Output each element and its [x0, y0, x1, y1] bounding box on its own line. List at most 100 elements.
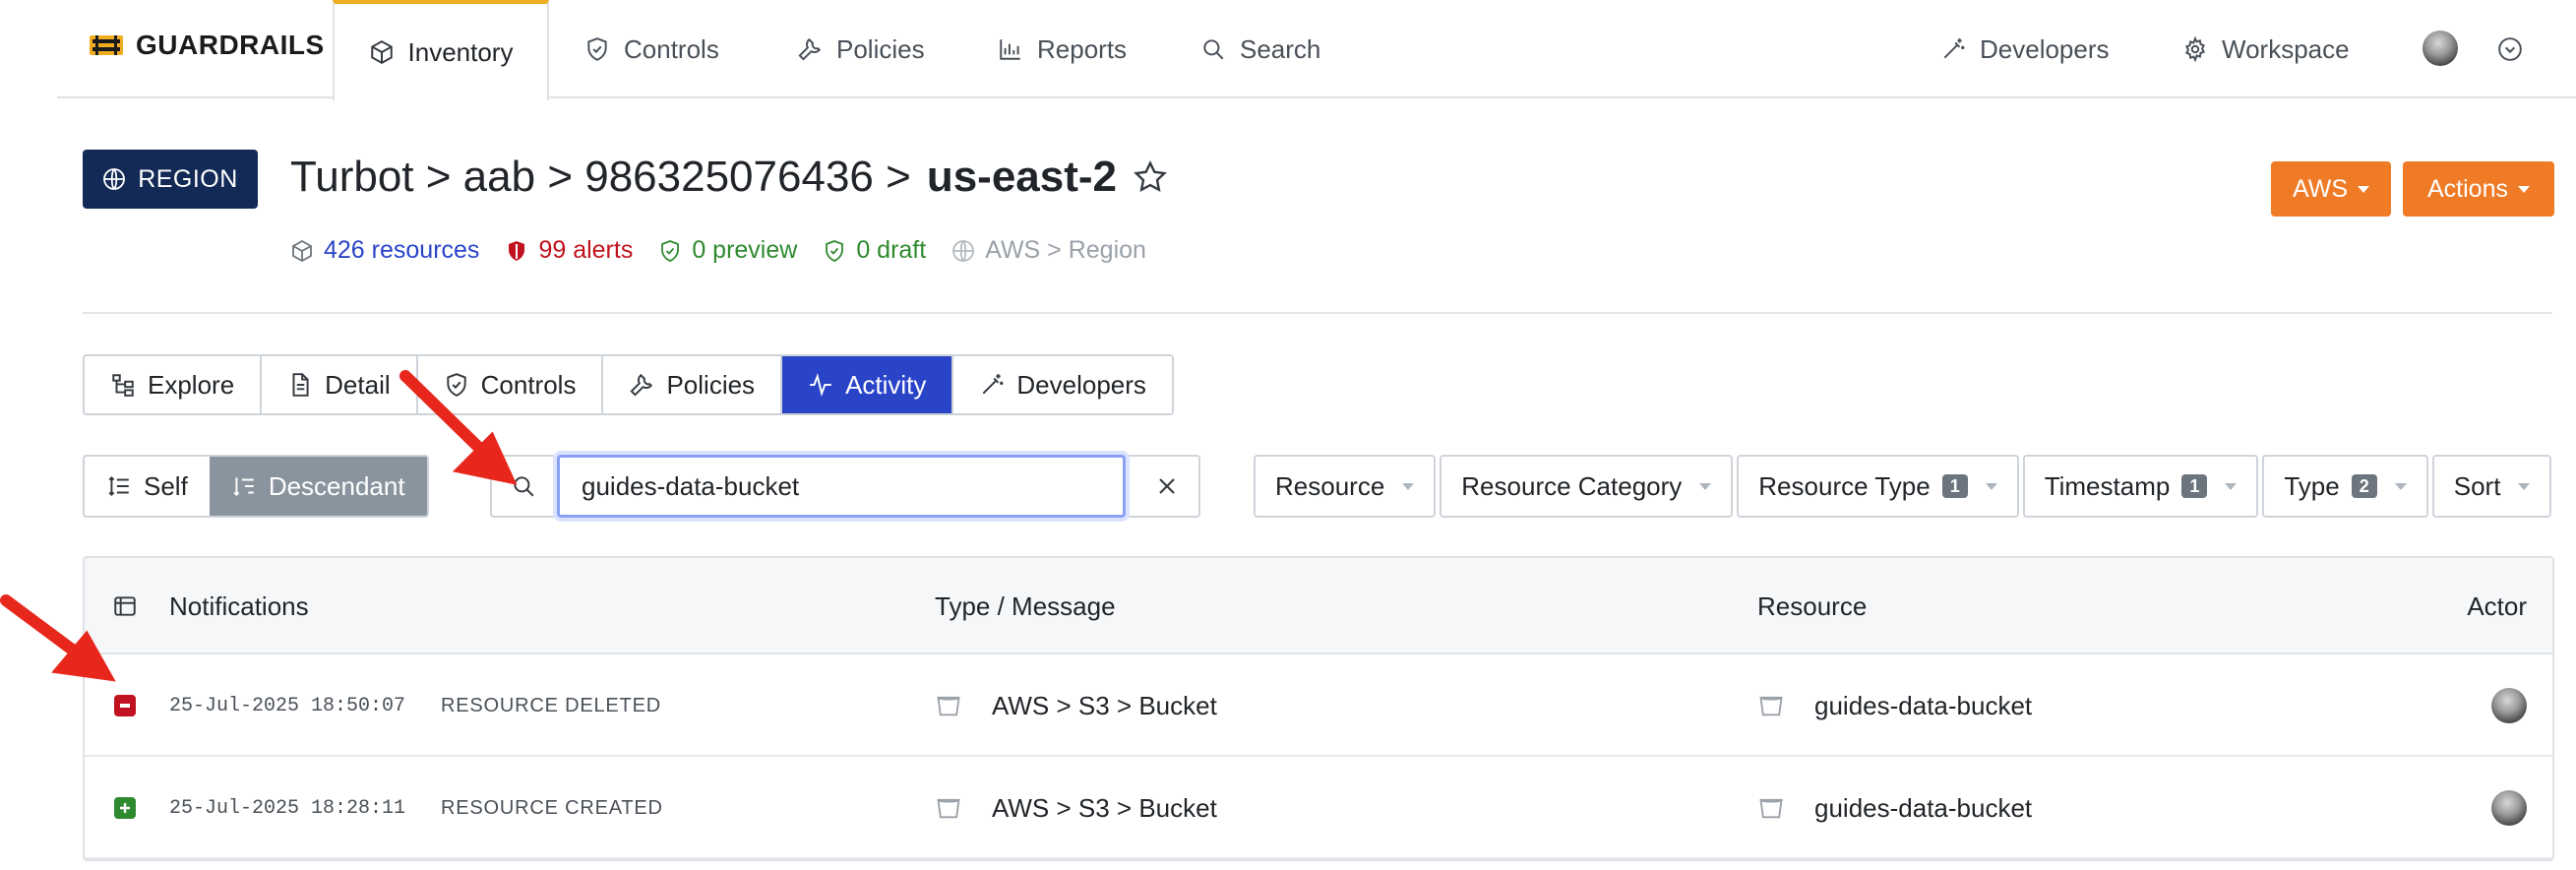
- globe-icon: [952, 239, 975, 262]
- bucket-icon: [937, 696, 960, 716]
- activity-search: [490, 455, 1200, 518]
- filter-label: Resource Category: [1461, 470, 1683, 501]
- resource-meta: 426 resources 99 alerts 0 preview 0 draf…: [290, 236, 1172, 265]
- actions-dropdown-button[interactable]: Actions: [2403, 161, 2554, 217]
- created-indicator-icon: [114, 797, 136, 819]
- row-event: RESOURCE DELETED: [441, 694, 661, 716]
- filter-sort[interactable]: Sort: [2431, 455, 2552, 518]
- aws-dropdown-button[interactable]: AWS: [2271, 161, 2391, 217]
- breadcrumb-path[interactable]: Turbot > aab > 986325076436 >: [290, 153, 911, 202]
- tab-developers[interactable]: Developers: [953, 356, 1172, 413]
- filter-resource[interactable]: Resource: [1254, 455, 1437, 518]
- deleted-indicator-icon: [114, 695, 136, 716]
- columns-icon[interactable]: [112, 593, 138, 619]
- column-header-actor: Actor: [2467, 591, 2527, 621]
- tab-detail[interactable]: Detail: [262, 356, 418, 413]
- preview-link[interactable]: 0 preview: [658, 236, 797, 265]
- scope-descendant-button[interactable]: Descendant: [209, 457, 427, 516]
- resource-type-path[interactable]: AWS > Region: [951, 236, 1146, 265]
- row-type[interactable]: AWS > S3 > Bucket: [992, 757, 1217, 859]
- filter-label: Timestamp: [2044, 470, 2171, 501]
- filter-timestamp[interactable]: Timestamp 1: [2022, 455, 2259, 518]
- top-nav: GUARDRAILS Inventory Controls Policies R…: [57, 0, 2576, 100]
- resources-link[interactable]: 426 resources: [290, 236, 479, 265]
- scope-self-label: Self: [144, 470, 188, 501]
- nav-tab-controls[interactable]: Controls: [584, 0, 719, 98]
- draft-link[interactable]: 0 draft: [823, 236, 926, 265]
- shield-check-icon: [587, 37, 607, 61]
- tab-controls[interactable]: Controls: [417, 356, 604, 413]
- row-resource[interactable]: guides-data-bucket: [1814, 654, 2032, 757]
- tab-label: Controls: [480, 369, 577, 400]
- magic-wand-icon: [1943, 38, 1965, 59]
- caret-down-icon: [2358, 185, 2370, 193]
- user-avatar[interactable]: [2423, 31, 2458, 66]
- actor-avatar[interactable]: [2491, 790, 2527, 826]
- magic-wand-icon: [983, 374, 1004, 395]
- bucket-icon: [1759, 696, 1783, 716]
- breadcrumb-current: us-east-2: [926, 153, 1117, 201]
- aws-button-label: AWS: [2292, 174, 2349, 203]
- resource-tabs: Explore Detail Controls Policies Activit…: [83, 354, 1174, 415]
- guardrails-logo-icon: [90, 35, 123, 55]
- caret-down-icon: [2225, 482, 2238, 490]
- wrench-icon: [630, 373, 653, 397]
- nav-right-label: Workspace: [2222, 33, 2350, 64]
- nav-tab-label: Controls: [624, 33, 719, 64]
- type-path-label: AWS > Region: [985, 236, 1146, 264]
- scope-descendant-label: Descendant: [268, 470, 405, 501]
- notifications-table: Notifications Type / Message Resource Ac…: [83, 556, 2554, 861]
- shield-check-icon: [661, 239, 680, 262]
- search-icon: [1203, 39, 1224, 60]
- close-icon[interactable]: [1153, 472, 1181, 500]
- brand-name: GUARDRAILS: [136, 30, 325, 60]
- nav-workspace[interactable]: Workspace: [2182, 0, 2350, 98]
- tab-label: Policies: [666, 369, 756, 400]
- tab-policies[interactable]: Policies: [603, 356, 783, 413]
- filter-label: Resource: [1275, 470, 1385, 501]
- star-icon[interactable]: [1133, 159, 1168, 195]
- nav-right-label: Developers: [1980, 33, 2110, 64]
- brand[interactable]: GUARDRAILS: [89, 30, 325, 61]
- filter-count-badge: 2: [2351, 474, 2377, 498]
- actor-avatar[interactable]: [2491, 688, 2527, 723]
- gear-icon: [2184, 36, 2206, 62]
- filter-label: Resource Type: [1758, 470, 1931, 501]
- caret-down-icon: [2517, 185, 2530, 193]
- filter-count-badge: 1: [1941, 474, 1968, 498]
- table-header: Notifications Type / Message Resource Ac…: [85, 558, 2552, 654]
- shield-check-icon: [446, 373, 466, 397]
- search-icon: [514, 476, 534, 497]
- shield-alert-icon: [509, 240, 525, 261]
- row-type[interactable]: AWS > S3 > Bucket: [992, 654, 1217, 757]
- tab-label: Activity: [845, 369, 927, 400]
- nav-tab-search[interactable]: Search: [1200, 0, 1320, 98]
- cube-icon: [292, 239, 312, 262]
- breadcrumb: Turbot > aab > 986325076436 > us-east-2: [290, 153, 1168, 202]
- filter-resource-type[interactable]: Resource Type 1: [1737, 455, 2019, 518]
- resources-count: 426 resources: [324, 236, 480, 264]
- tab-activity[interactable]: Activity: [782, 356, 954, 413]
- nav-tab-inventory[interactable]: Inventory: [333, 0, 549, 100]
- filter-resource-category[interactable]: Resource Category: [1440, 455, 1734, 518]
- actions-button-label: Actions: [2427, 174, 2508, 203]
- alerts-link[interactable]: 99 alerts: [505, 236, 633, 265]
- nav-developers[interactable]: Developers: [1940, 0, 2110, 98]
- search-input[interactable]: [557, 455, 1126, 518]
- row-timestamp: 25-Jul-2025 18:28:11: [169, 796, 406, 820]
- caret-down-icon: [1699, 482, 1712, 490]
- table-row[interactable]: 25-Jul-2025 18:50:07 RESOURCE DELETED AW…: [85, 654, 2552, 757]
- document-icon: [292, 373, 309, 397]
- row-resource[interactable]: guides-data-bucket: [1814, 757, 2032, 859]
- table-row[interactable]: 25-Jul-2025 18:28:11 RESOURCE CREATED AW…: [85, 757, 2552, 859]
- filter-type[interactable]: Type 2: [2262, 455, 2428, 518]
- nav-tab-reports[interactable]: Reports: [998, 0, 1127, 98]
- preview-count: 0 preview: [692, 236, 798, 264]
- nav-tab-label: Reports: [1037, 33, 1128, 64]
- chevron-down-circle-icon[interactable]: [2497, 36, 2523, 62]
- region-badge: REGION: [83, 150, 258, 209]
- draft-count: 0 draft: [856, 236, 927, 264]
- tab-explore[interactable]: Explore: [85, 356, 263, 413]
- nav-tab-policies[interactable]: Policies: [797, 0, 925, 98]
- scope-self-button[interactable]: Self: [85, 457, 210, 516]
